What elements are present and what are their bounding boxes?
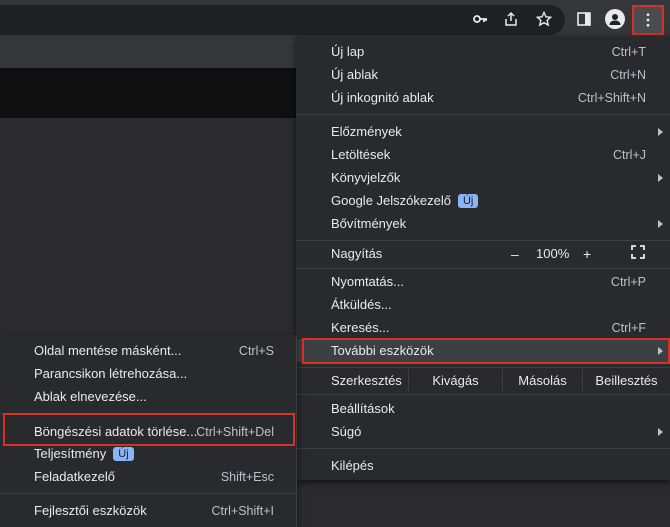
paste-button[interactable]: Beillesztés: [583, 369, 670, 391]
kebab-menu-icon[interactable]: [632, 5, 664, 35]
new-badge: Új: [457, 194, 479, 208]
submenu-item-developer-tools[interactable]: Fejlesztői eszközök Ctrl+Shift+I: [0, 499, 296, 522]
menu-item-cast[interactable]: Átküldés...: [296, 293, 670, 316]
submenu-item-task-manager[interactable]: Feladatkezelő Shift+Esc: [0, 465, 296, 488]
menu-item-new-window[interactable]: Új ablak Ctrl+N: [296, 63, 670, 86]
side-panel-icon[interactable]: [574, 9, 594, 29]
submenu-item-performance[interactable]: Teljesítmény Új: [0, 442, 296, 465]
chevron-right-icon: [658, 127, 663, 136]
chevron-right-icon: [658, 173, 663, 182]
menu-separator: [296, 367, 670, 368]
menu-item-help[interactable]: Súgó: [296, 420, 670, 443]
submenu-item-create-shortcut[interactable]: Parancsikon létrehozása...: [0, 362, 296, 385]
menu-item-bookmarks[interactable]: Könyvjelzők: [296, 166, 670, 189]
chevron-right-icon: [658, 427, 663, 436]
profile-icon[interactable]: [605, 9, 625, 29]
zoom-in-button[interactable]: +: [583, 246, 591, 262]
page-tabstrip: [0, 38, 300, 68]
more-tools-submenu: Oldal mentése másként... Ctrl+S Parancsi…: [0, 335, 297, 527]
star-icon[interactable]: [534, 9, 554, 29]
menu-separator: [296, 448, 670, 449]
key-icon[interactable]: [470, 9, 490, 29]
menu-item-exit[interactable]: Kilépés: [296, 454, 670, 477]
menu-item-new-incognito[interactable]: Új inkognitó ablak Ctrl+Shift+N: [296, 86, 670, 109]
menu-separator: [296, 394, 670, 395]
submenu-item-save-page[interactable]: Oldal mentése másként... Ctrl+S: [0, 339, 296, 362]
zoom-out-button[interactable]: –: [511, 246, 519, 262]
menu-item-find[interactable]: Keresés... Ctrl+F: [296, 316, 670, 339]
page-content: [0, 118, 300, 338]
chrome-main-menu: Új lap Ctrl+T Új ablak Ctrl+N Új inkogni…: [296, 36, 670, 480]
new-badge: Új: [113, 447, 134, 461]
menu-separator: [296, 114, 670, 115]
menu-item-new-tab[interactable]: Új lap Ctrl+T: [296, 40, 670, 63]
menu-edit-row: Szerkesztés Kivágás Másolás Beillesztés: [296, 369, 670, 391]
submenu-item-name-window[interactable]: Ablak elnevezése...: [0, 385, 296, 408]
menu-item-settings[interactable]: Beállítások: [296, 397, 670, 420]
menu-item-extensions[interactable]: Bővítmények: [296, 212, 670, 235]
browser-toolbar: [0, 0, 670, 38]
performance-label: Teljesítmény: [34, 446, 107, 461]
menu-item-history[interactable]: Előzmények: [296, 120, 670, 143]
more-tools-highlight: [302, 338, 670, 364]
cut-button[interactable]: Kivágás: [409, 369, 502, 391]
password-manager-label: Google Jelszókezelő: [331, 193, 451, 208]
share-icon[interactable]: [501, 9, 521, 29]
zoom-level: 100%: [536, 246, 570, 261]
menu-item-password-manager[interactable]: Google Jelszókezelő Új: [296, 189, 670, 212]
chevron-right-icon: [658, 219, 663, 228]
menu-separator: [296, 268, 670, 269]
menu-separator: [0, 493, 296, 494]
menu-zoom-row: Nagyítás – 100% +: [296, 242, 670, 265]
menu-item-print[interactable]: Nyomtatás... Ctrl+P: [296, 270, 670, 293]
fullscreen-icon[interactable]: [631, 245, 645, 262]
copy-button[interactable]: Másolás: [503, 369, 582, 391]
edit-label: Szerkesztés: [331, 372, 402, 388]
page-header: [0, 68, 300, 118]
menu-item-downloads[interactable]: Letöltések Ctrl+J: [296, 143, 670, 166]
menu-separator: [296, 240, 670, 241]
